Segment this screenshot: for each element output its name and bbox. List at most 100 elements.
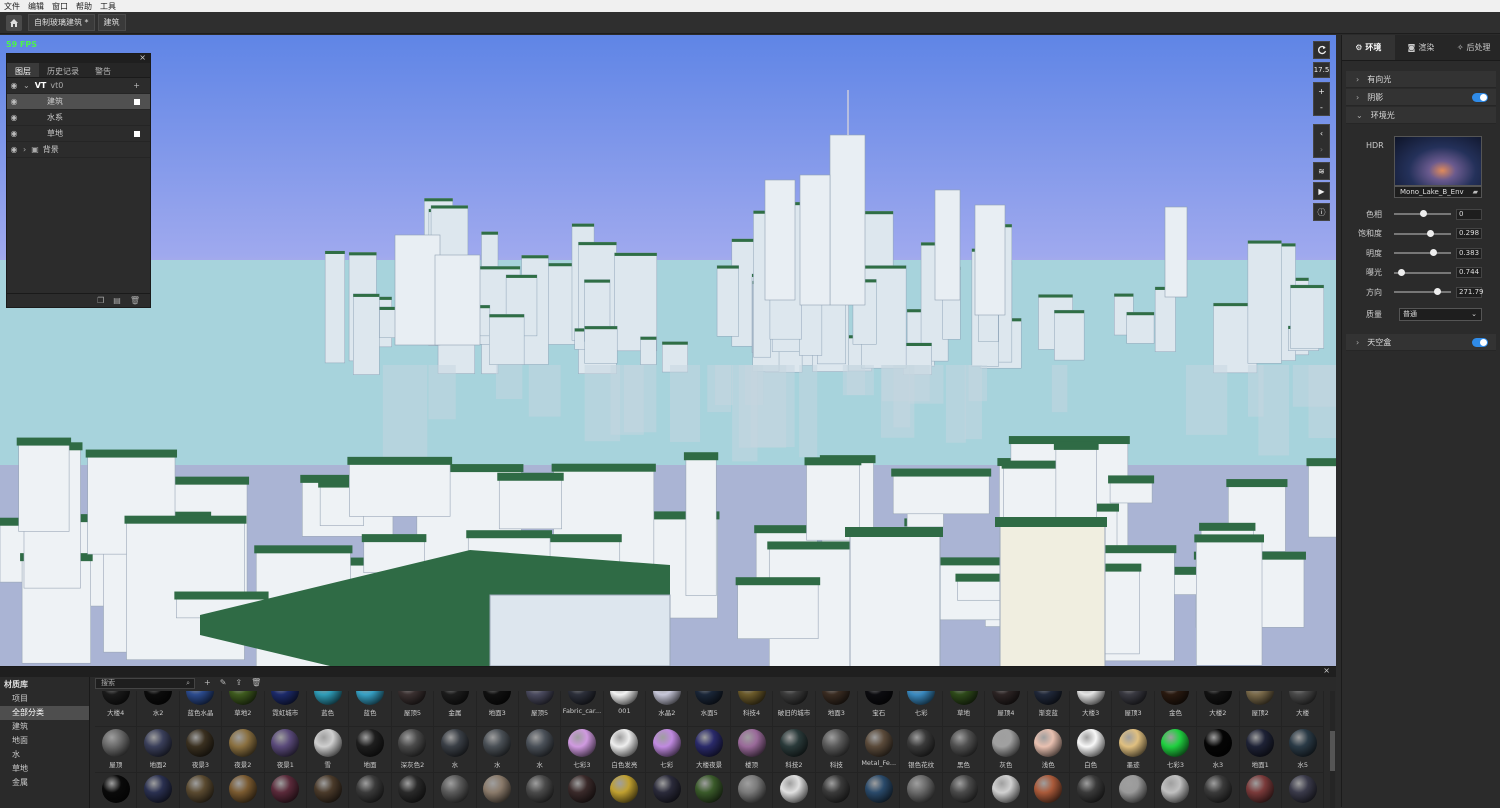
chevron-down-icon[interactable]: ⌄ xyxy=(23,81,30,90)
material-item[interactable] xyxy=(646,773,689,808)
category-ground[interactable]: 地面 xyxy=(0,734,89,748)
material-item[interactable]: 白色发亮 xyxy=(603,727,647,773)
material-item[interactable]: 科技4 xyxy=(730,691,774,727)
material-item[interactable] xyxy=(943,773,986,808)
material-item[interactable] xyxy=(731,773,774,808)
material-item[interactable]: 蓝色 xyxy=(306,691,350,727)
material-item[interactable] xyxy=(265,773,307,808)
zoom-out-button[interactable]: - xyxy=(1313,99,1330,115)
material-item[interactable]: 大楼4 xyxy=(95,691,138,727)
material-item[interactable]: 水5 xyxy=(1281,727,1325,773)
skybox-toggle[interactable] xyxy=(1472,338,1488,347)
slider-value-field[interactable]: 0.298 xyxy=(1456,228,1482,239)
material-item[interactable]: 大楼 xyxy=(1281,691,1325,727)
material-item[interactable]: 楼顶 xyxy=(730,727,774,773)
tab-postprocess[interactable]: ✧ 后处理 xyxy=(1447,35,1500,60)
material-item[interactable]: 渐变蓝 xyxy=(1027,691,1070,727)
material-item[interactable]: 墨迹 xyxy=(1112,727,1155,773)
material-item[interactable]: 水 xyxy=(518,727,562,773)
layer-row-water[interactable]: ◉ 水系 xyxy=(7,110,150,126)
material-item[interactable]: 大楼夜景 xyxy=(688,727,731,773)
material-item[interactable]: 破旧的城市 xyxy=(773,691,816,727)
slider-handle[interactable] xyxy=(1397,268,1405,276)
import-icon[interactable]: ⇪ xyxy=(235,678,242,687)
tab-environment[interactable]: ⚙ 环境 xyxy=(1342,35,1395,60)
layer-row-background[interactable]: ◉ › ▣ 背景 xyxy=(7,142,150,158)
material-item[interactable]: 地面1 xyxy=(1239,727,1282,773)
material-item[interactable]: 屋顶4 xyxy=(985,691,1028,727)
material-item[interactable] xyxy=(349,773,392,808)
add-icon[interactable]: + xyxy=(204,678,211,687)
material-item[interactable] xyxy=(985,773,1028,808)
delete-icon[interactable]: 🗑 xyxy=(130,296,140,305)
menu-tools[interactable]: 工具 xyxy=(100,1,116,12)
slider-value-field[interactable]: 0 xyxy=(1456,208,1482,220)
chevron-right-icon[interactable]: › xyxy=(1313,141,1330,157)
material-item[interactable]: 夜景3 xyxy=(179,727,223,773)
section-shadow[interactable]: › 阴影 xyxy=(1346,89,1496,106)
material-item[interactable]: 水3 xyxy=(1197,727,1240,773)
material-item[interactable] xyxy=(477,773,519,808)
material-item[interactable]: 七彩3 xyxy=(1154,727,1198,773)
edit-icon[interactable]: ✎ xyxy=(220,678,227,687)
eye-icon[interactable]: ◉ xyxy=(7,81,21,90)
material-item[interactable]: 地面2 xyxy=(137,727,180,773)
material-item[interactable] xyxy=(1240,773,1282,808)
material-item[interactable]: 浅色 xyxy=(1027,727,1070,773)
material-item[interactable]: 霓虹城市 xyxy=(264,691,307,727)
material-search-input[interactable]: 搜索 ⌕ xyxy=(95,678,195,689)
menu-file[interactable]: 文件 xyxy=(4,1,20,12)
hdr-preview[interactable] xyxy=(1394,136,1482,186)
eye-icon[interactable]: ◉ xyxy=(7,145,21,154)
material-item[interactable] xyxy=(773,773,816,808)
material-item[interactable]: 金色 xyxy=(1154,691,1198,727)
material-item[interactable] xyxy=(1112,773,1155,808)
material-item[interactable] xyxy=(307,773,350,808)
add-icon[interactable]: + xyxy=(133,81,140,90)
eye-icon[interactable]: ◉ xyxy=(7,113,21,122)
section-skybox[interactable]: › 天空盒 xyxy=(1346,334,1496,351)
tab-warnings[interactable]: 警告 xyxy=(87,63,119,77)
material-item[interactable]: 科技2 xyxy=(773,727,816,773)
slider-value-field[interactable]: 0.383 xyxy=(1456,247,1482,259)
chevron-right-icon[interactable]: › xyxy=(23,145,26,154)
layer-checkbox[interactable] xyxy=(134,130,140,137)
slider-handle[interactable] xyxy=(1433,288,1441,295)
material-item[interactable] xyxy=(816,773,859,808)
layer-checkbox[interactable] xyxy=(134,98,140,105)
material-item[interactable] xyxy=(222,773,265,808)
hdr-file[interactable]: Mono_Lake_B_Env ▰ xyxy=(1394,186,1482,198)
menu-window[interactable]: 窗口 xyxy=(52,1,68,12)
material-item[interactable] xyxy=(561,773,604,808)
wifi-button[interactable]: ≋ xyxy=(1313,162,1330,180)
material-item[interactable]: 宝石 xyxy=(858,691,901,727)
shadow-toggle[interactable] xyxy=(1472,93,1488,102)
category-water[interactable]: 水 xyxy=(0,748,89,762)
material-item[interactable]: 蓝色水晶 xyxy=(179,691,223,727)
material-item[interactable]: 001 xyxy=(603,691,647,727)
material-item[interactable] xyxy=(1197,773,1240,808)
material-item[interactable]: 七彩 xyxy=(646,727,689,773)
material-item[interactable]: 地面3 xyxy=(815,691,859,727)
material-item[interactable]: 金属 xyxy=(434,691,477,727)
material-item[interactable] xyxy=(434,773,477,808)
home-button[interactable] xyxy=(6,14,22,31)
breadcrumb-project[interactable]: 自制玻璃建筑 * xyxy=(28,14,95,31)
chevron-left-icon[interactable]: ‹ xyxy=(1313,125,1330,141)
category-project[interactable]: 项目 xyxy=(0,692,89,706)
material-item[interactable] xyxy=(604,773,647,808)
category-building[interactable]: 建筑 xyxy=(0,720,89,734)
material-item[interactable]: 大楼2 xyxy=(1197,691,1240,727)
material-item[interactable] xyxy=(1028,773,1070,808)
material-item[interactable]: 水 xyxy=(476,727,519,773)
material-item[interactable]: 夜景2 xyxy=(222,727,265,773)
menu-edit[interactable]: 编辑 xyxy=(28,1,44,12)
quality-select[interactable]: 普通 ⌄ xyxy=(1399,308,1482,321)
layer-row-vt[interactable]: ◉ ⌄ VT vt0 + xyxy=(7,78,150,94)
material-item[interactable]: 灰色 xyxy=(985,727,1028,773)
section-ambient-light[interactable]: ⌄ 环境光 xyxy=(1346,107,1496,124)
slider-value-field[interactable]: 271.79 xyxy=(1456,286,1484,298)
material-item[interactable]: 地面 xyxy=(349,727,392,773)
material-item[interactable] xyxy=(180,773,223,808)
material-item[interactable] xyxy=(137,773,180,808)
